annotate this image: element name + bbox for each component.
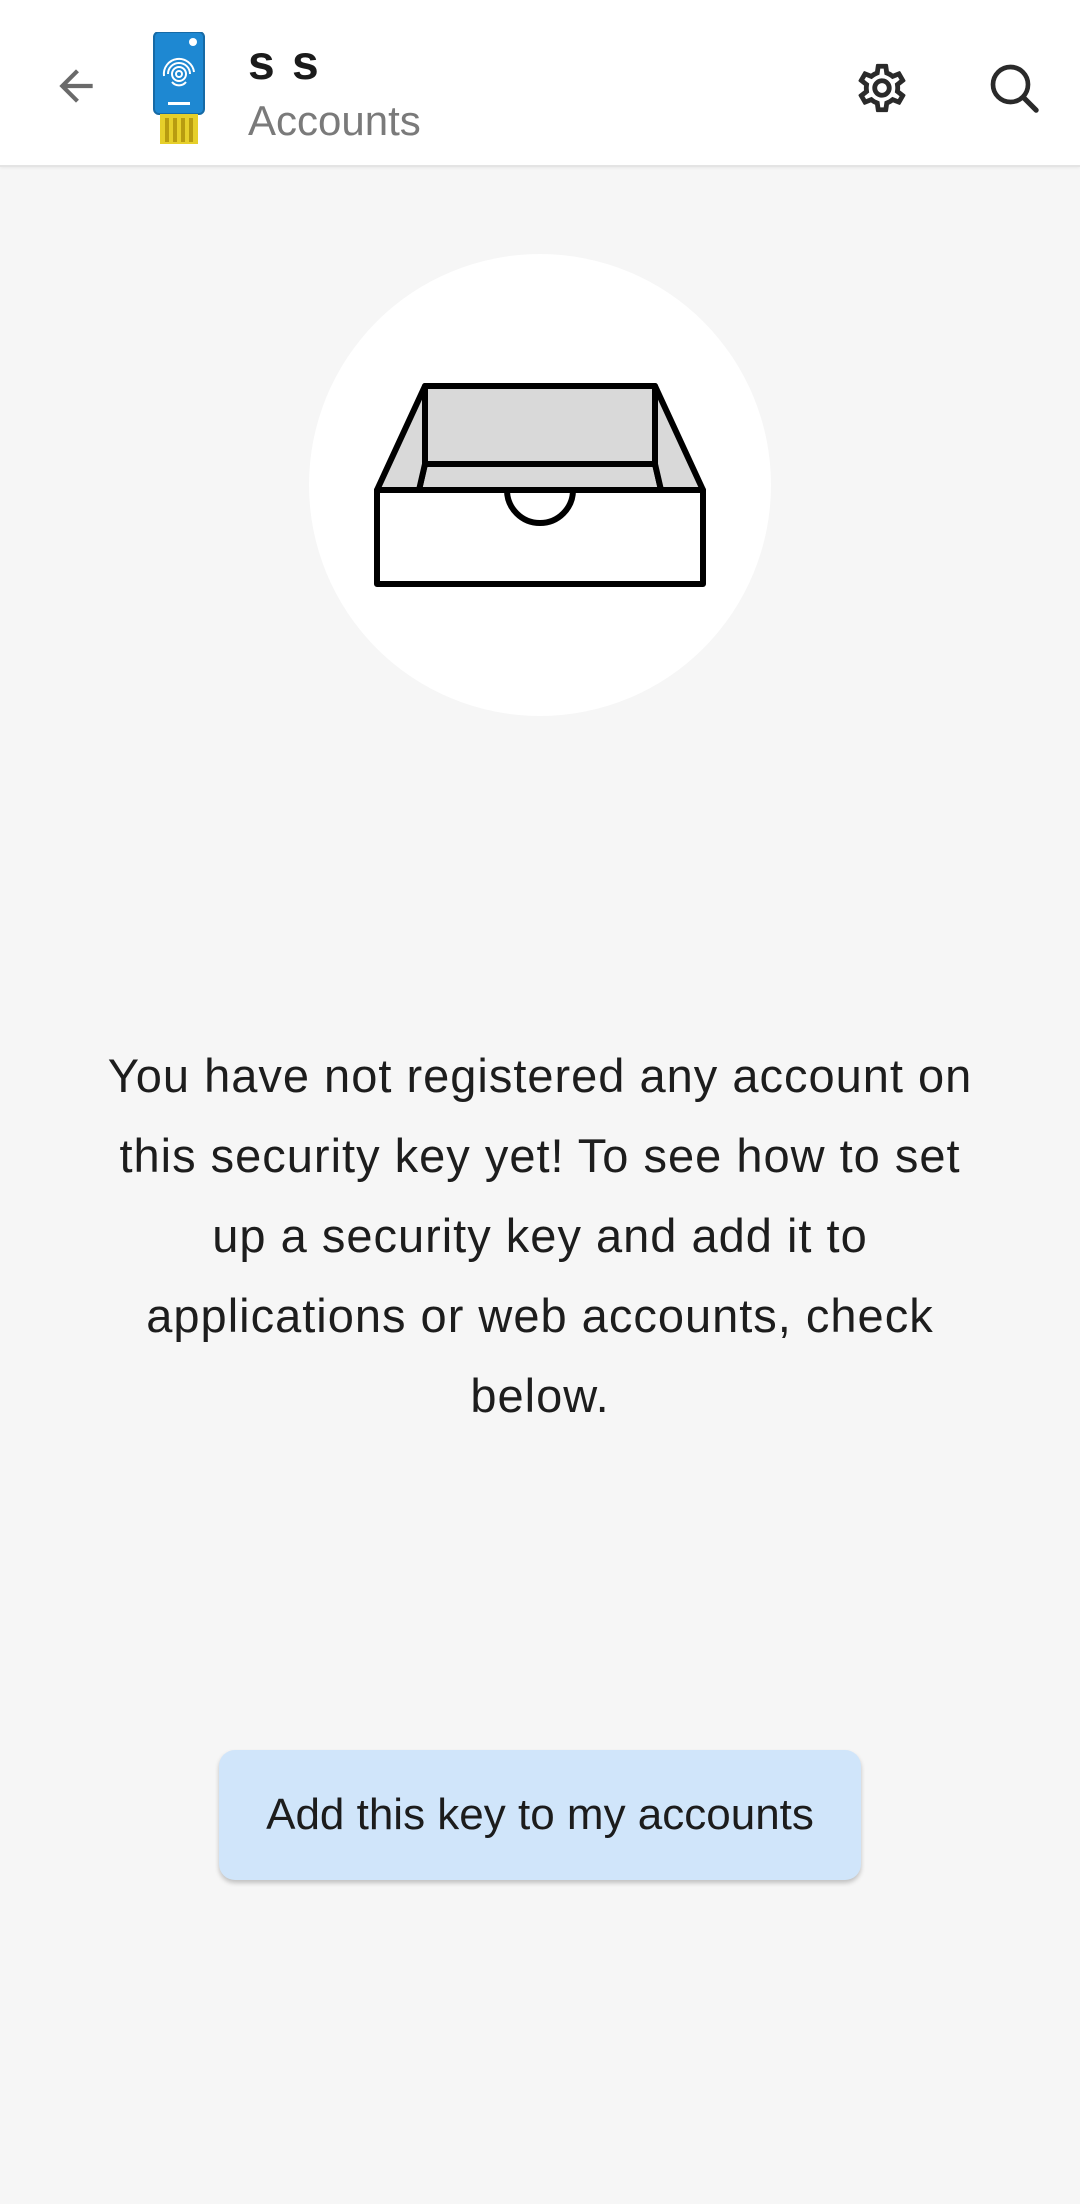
security-key-icon: [150, 31, 208, 144]
page-title: s s: [248, 37, 321, 90]
settings-button[interactable]: [842, 48, 922, 128]
gear-icon: [858, 63, 906, 113]
app-bar: s s Accounts: [0, 0, 1080, 167]
title-block: s s Accounts: [248, 36, 421, 146]
empty-state-message: You have not registered any account on t…: [107, 1049, 973, 1422]
empty-tray-icon: [374, 383, 706, 587]
back-button[interactable]: [36, 46, 116, 126]
arrow-left-icon: [59, 69, 93, 103]
page-subtitle: Accounts: [248, 97, 421, 144]
search-button[interactable]: [974, 48, 1054, 128]
add-key-button[interactable]: Add this key to my accounts: [219, 1750, 861, 1880]
empty-state-illustration: [309, 254, 771, 716]
search-icon: [990, 64, 1039, 113]
